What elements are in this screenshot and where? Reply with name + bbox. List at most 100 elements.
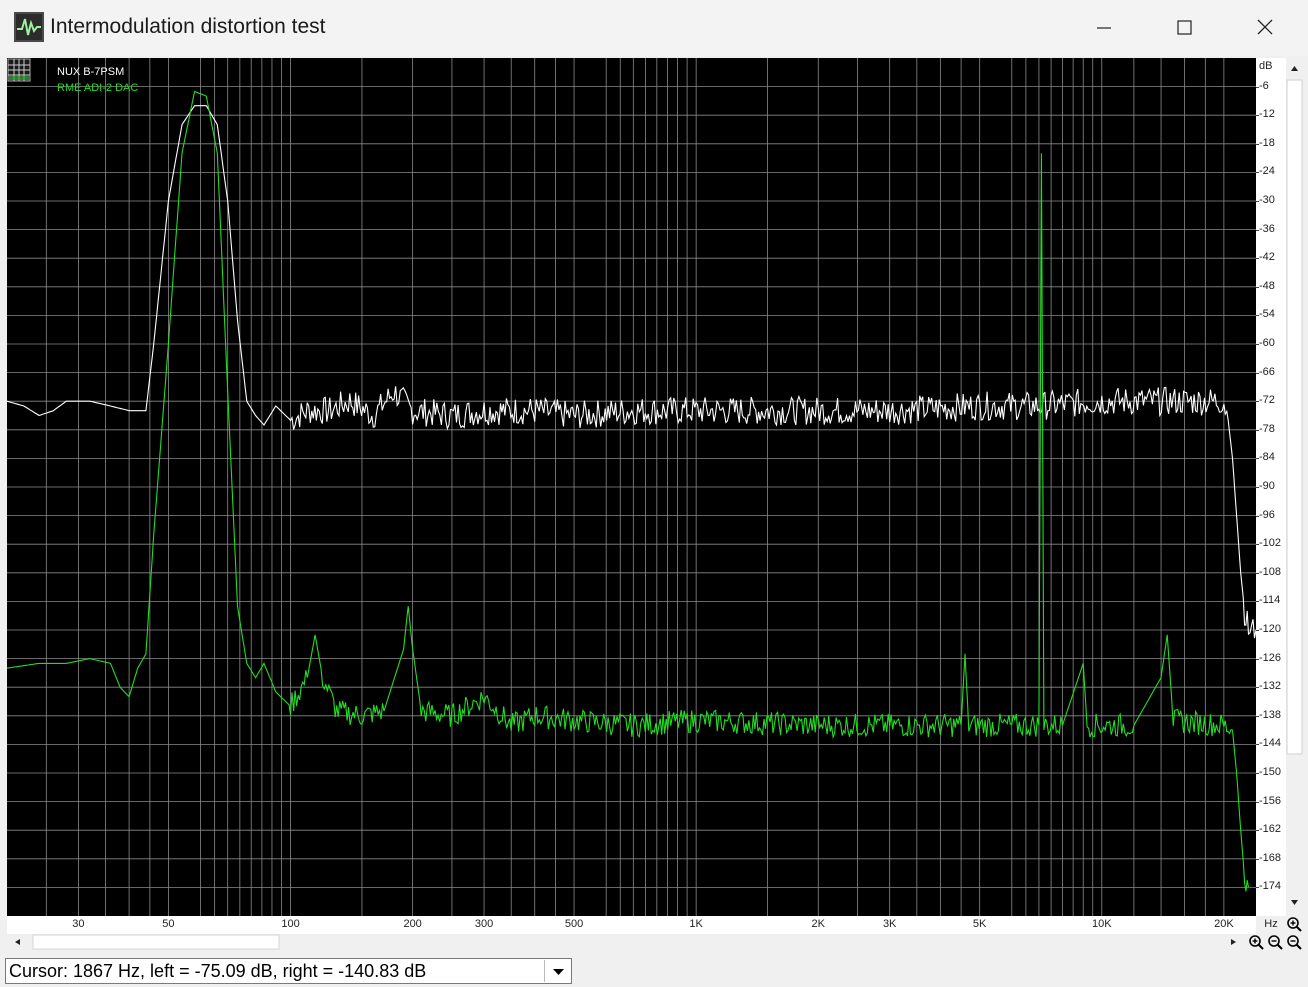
y-tick-label: -138 — [1259, 708, 1282, 721]
y-tick-label: -168 — [1259, 851, 1282, 864]
y-tick-label: -84 — [1259, 451, 1275, 464]
y-tick-label: -162 — [1259, 823, 1282, 836]
x-axis-unit: Hz — [1264, 918, 1278, 930]
minimize-button[interactable] — [1064, 0, 1144, 56]
legend-item-nux: NUX B-7PSM — [57, 66, 125, 78]
x-tick-label: 100 — [281, 918, 300, 930]
legend-item-rme: RME ADI-2 DAC — [57, 82, 139, 94]
y-axis: dB -6 -12 -18 -24 -30 -36 -42 -48 -54 -60 -66 -72 -7… — [1256, 58, 1286, 916]
y-tick-label: -150 — [1259, 766, 1282, 778]
y-tick-label: -66 — [1259, 365, 1275, 378]
close-icon — [1257, 19, 1273, 35]
x-tick-label: 20K — [1214, 918, 1234, 930]
y-tick-label: -12 — [1259, 108, 1275, 121]
cursor-readout: Cursor: 1867 Hz, left = -75.09 dB, right… — [9, 961, 427, 981]
y-tick-label: -126 — [1259, 651, 1282, 664]
y-tick-label: -60 — [1259, 337, 1275, 349]
maximize-button[interactable] — [1144, 0, 1224, 56]
zoom-in-icon — [1287, 917, 1302, 932]
y-tick-mark — [1256, 572, 1259, 574]
y-tick-mark — [1256, 172, 1259, 174]
y-tick-label: -108 — [1259, 565, 1282, 578]
y-tick-mark — [1256, 201, 1259, 202]
y-tick-label: -72 — [1259, 394, 1275, 407]
y-tick-mark — [1256, 601, 1259, 603]
y-tick-label: -24 — [1259, 165, 1275, 178]
x-tick-label: 5K — [972, 918, 987, 930]
x-tick-label: 1K — [689, 918, 703, 930]
x-tick-label: 50 — [162, 918, 175, 930]
zoom-in-button[interactable] — [1248, 934, 1264, 950]
y-tick-mark — [1256, 658, 1259, 660]
spectrum-app-icon — [14, 12, 44, 42]
status-bar: Cursor: 1867 Hz, left = -75.09 dB, right… — [0, 952, 1308, 986]
y-tick-label: -48 — [1259, 279, 1275, 292]
y-tick-mark — [1256, 858, 1259, 860]
y-tick-mark — [1256, 830, 1259, 832]
zoom-out-icon — [1268, 935, 1283, 950]
plot-area: NUX B-7PSM RME ADI-2 DAC dB -6 -12 -18 -24 -… — [0, 56, 1308, 934]
y-tick-mark — [1256, 515, 1259, 517]
y-tick-label: -120 — [1259, 623, 1282, 635]
x-tick-label: 3K — [882, 918, 897, 930]
y-tick-mark — [1256, 744, 1259, 746]
y-tick-label: -54 — [1259, 308, 1275, 321]
y-axis-unit: dB — [1259, 60, 1273, 72]
legend-grid-icon[interactable] — [7, 58, 31, 82]
spectrum-plot[interactable]: NUX B-7PSM RME ADI-2 DAC — [7, 58, 1256, 916]
y-tick-mark — [1256, 487, 1259, 488]
x-tick-label: 500 — [564, 918, 584, 930]
x-tick-label: 30 — [72, 918, 85, 930]
y-tick-label: -30 — [1259, 194, 1275, 206]
y-tick-label: -90 — [1259, 480, 1275, 492]
y-tick-mark — [1256, 429, 1259, 431]
horizontal-scroll-thumb[interactable] — [32, 934, 280, 950]
vertical-scrollbar[interactable] — [1286, 58, 1303, 916]
y-tick-mark — [1256, 544, 1259, 546]
x-tick-label: 10K — [1091, 918, 1112, 930]
x-tick-label: 300 — [474, 918, 494, 930]
y-tick-mark — [1256, 315, 1259, 317]
y-tick-mark — [1256, 401, 1259, 403]
spectrum-chart — [7, 58, 1256, 916]
y-tick-mark — [1256, 344, 1259, 345]
y-tick-mark — [1256, 286, 1259, 288]
horizontal-scrollbar[interactable] — [7, 934, 1247, 950]
y-tick-label: -6 — [1259, 79, 1269, 92]
zoom-out-vertical-button[interactable] — [1286, 934, 1302, 950]
y-tick-mark — [1256, 229, 1259, 231]
close-button[interactable] — [1225, 0, 1305, 56]
zoom-out-icon — [1287, 935, 1302, 950]
dropdown-button[interactable] — [544, 960, 572, 982]
x-axis: 30 50 100 200 300 500 1K 2K 3K 5K 10K 20K — [7, 916, 1256, 934]
y-tick-label: -174 — [1259, 880, 1282, 893]
zoom-in-vertical-button[interactable] — [1286, 916, 1302, 932]
minimize-icon — [1097, 27, 1111, 29]
chevron-down-icon — [553, 969, 564, 975]
y-tick-label: -114 — [1259, 594, 1281, 607]
y-tick-mark — [1256, 801, 1259, 803]
y-tick-mark — [1256, 458, 1259, 460]
maximize-icon — [1177, 20, 1192, 35]
y-tick-mark — [1256, 630, 1259, 631]
series-line-nux-b7psm — [7, 105, 1256, 639]
y-tick-mark — [1256, 715, 1259, 717]
x-tick-label: 2K — [811, 918, 825, 930]
y-tick-label: -156 — [1259, 794, 1282, 807]
title-bar: Intermodulation distortion test — [0, 0, 1308, 57]
y-tick-label: -96 — [1259, 508, 1275, 521]
y-tick-mark — [1256, 687, 1259, 689]
y-tick-label: -18 — [1259, 136, 1275, 149]
y-tick-label: -78 — [1259, 422, 1275, 435]
cursor-readout-dropdown[interactable]: Cursor: 1867 Hz, left = -75.09 dB, right… — [5, 958, 572, 984]
y-tick-mark — [1256, 773, 1259, 774]
y-tick-mark — [1256, 887, 1259, 889]
y-tick-mark — [1256, 372, 1259, 374]
vertical-scroll-thumb[interactable] — [1286, 79, 1303, 755]
zoom-in-icon — [1249, 935, 1264, 950]
y-tick-label: -36 — [1259, 222, 1275, 235]
y-tick-label: -102 — [1259, 537, 1282, 550]
y-tick-label: -42 — [1259, 251, 1275, 264]
y-tick-label: -132 — [1259, 680, 1282, 693]
zoom-out-button[interactable] — [1267, 934, 1283, 950]
